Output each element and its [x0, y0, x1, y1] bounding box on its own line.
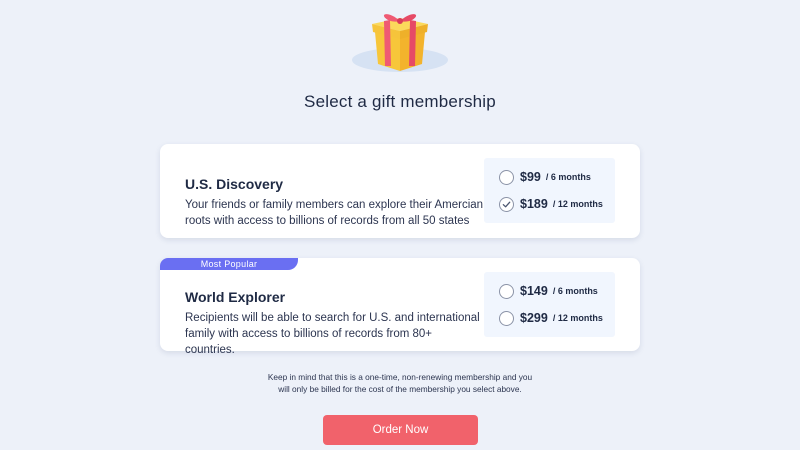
plan-title: World Explorer	[185, 289, 286, 305]
plan-title: U.S. Discovery	[185, 176, 284, 192]
price-period: / 12 months	[552, 199, 603, 209]
price-period: / 6 months	[552, 286, 598, 296]
check-icon	[502, 201, 511, 207]
price-value: $149	[520, 284, 548, 298]
price-options: $149 / 6 months $299 / 12 months	[484, 272, 615, 337]
billing-note-line: will only be billed for the cost of the …	[278, 384, 522, 394]
price-option-99-6-months[interactable]: $99 / 6 months	[499, 168, 591, 186]
radio-button-selected[interactable]	[499, 196, 514, 212]
billing-note: Keep in mind that this is a one-time, no…	[240, 371, 560, 395]
billing-note-line: Keep in mind that this is a one-time, no…	[267, 372, 533, 382]
price-value: $99	[520, 170, 541, 184]
page-title: Select a gift membership	[304, 92, 496, 111]
price-option-189-12-months[interactable]: $189 / 12 months	[499, 195, 603, 213]
price-value: $299	[520, 311, 548, 325]
radio-button[interactable]	[499, 169, 514, 185]
price-options: $99 / 6 months $189 / 12 months	[484, 158, 615, 223]
price-value: $189	[520, 197, 548, 211]
price-option-149-6-months[interactable]: $149 / 6 months	[499, 282, 598, 300]
gift-box-icon	[352, 14, 448, 72]
plan-description: Your friends or family members can explo…	[185, 197, 485, 229]
plan-card-world-explorer: Most Popular World Explorer Recipients w…	[160, 258, 640, 356]
price-option-299-12-months[interactable]: $299 / 12 months	[499, 309, 603, 327]
order-now-button[interactable]: Order Now	[323, 415, 478, 445]
plan-description-line: Recipients will be able to search for U.…	[185, 312, 480, 324]
plan-card-us-discovery: U.S. Discovery Your friends or family me…	[160, 144, 640, 238]
plan-description-line: roots with access to billions of records…	[185, 215, 470, 227]
plan-description: Recipients will be able to search for U.…	[185, 310, 485, 358]
plan-description-line: family with access to billions of record…	[185, 328, 433, 356]
plan-description-line: Your friends or family members can explo…	[185, 199, 484, 211]
price-period: / 12 months	[552, 313, 603, 323]
radio-button[interactable]	[499, 310, 514, 326]
most-popular-badge: Most Popular	[160, 258, 298, 270]
radio-button[interactable]	[499, 283, 514, 299]
price-period: / 6 months	[545, 172, 591, 182]
